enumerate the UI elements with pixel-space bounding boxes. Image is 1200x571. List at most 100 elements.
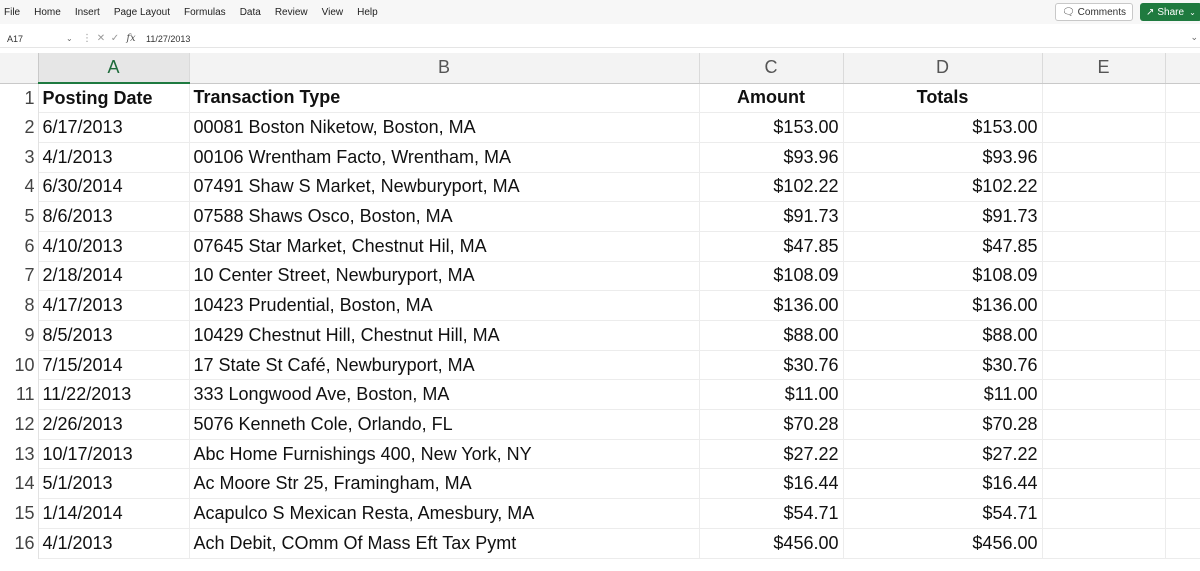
cell-empty-e[interactable] (1042, 320, 1166, 351)
row-header[interactable]: 15 (0, 498, 39, 529)
cell-transaction-type[interactable]: Abc Home Furnishings 400, New York, NY (189, 439, 700, 470)
cell-amount[interactable]: $91.73 (699, 201, 844, 232)
cell-empty-f[interactable] (1165, 350, 1200, 381)
cell-transaction-type[interactable]: Ach Debit, COmm Of Mass Eft Tax Pymt (189, 528, 700, 559)
cell-amount[interactable]: $30.76 (699, 350, 844, 381)
cell-empty-f[interactable] (1165, 142, 1200, 173)
cell-amount[interactable]: $27.22 (699, 439, 844, 470)
cell-amount[interactable]: $11.00 (699, 379, 844, 411)
cell-posting-date[interactable]: 4/1/2013 (38, 142, 190, 173)
cell-total[interactable]: $11.00 (843, 379, 1043, 411)
cell-posting-date[interactable]: 1/14/2014 (38, 498, 190, 529)
chevron-down-icon[interactable]: ⌄ (66, 34, 80, 43)
cell-empty-f[interactable] (1165, 409, 1200, 440)
column-header-d[interactable]: D (843, 53, 1043, 84)
column-header-f[interactable] (1165, 53, 1200, 84)
column-header-e[interactable]: E (1042, 53, 1166, 84)
row-header[interactable]: 5 (0, 201, 39, 232)
cell-transaction-type[interactable]: 17 State St Café, Newburyport, MA (189, 350, 700, 381)
cell-transaction-type[interactable]: 5076 Kenneth Cole, Orlando, FL (189, 409, 700, 440)
cell-empty-f[interactable] (1165, 498, 1200, 529)
menu-formulas[interactable]: Formulas (184, 7, 226, 18)
cell-empty-e[interactable] (1042, 468, 1166, 500)
cell-empty-e[interactable] (1042, 172, 1166, 203)
cell-posting-date[interactable]: 2/26/2013 (38, 409, 190, 440)
row-header[interactable]: 6 (0, 231, 39, 262)
cell-transaction-type[interactable]: 10429 Chestnut Hill, Chestnut Hill, MA (189, 320, 700, 351)
cell-posting-date[interactable]: 10/17/2013 (38, 439, 190, 470)
row-header[interactable]: 12 (0, 409, 39, 440)
more-options-icon[interactable]: ⋮ (80, 33, 94, 44)
comments-button[interactable]: 🗨︎ Comments (1055, 3, 1133, 21)
cell-empty-e[interactable] (1042, 379, 1166, 411)
menu-home[interactable]: Home (34, 7, 61, 18)
cell-amount[interactable]: $93.96 (699, 142, 844, 173)
cell-total[interactable]: $93.96 (843, 142, 1043, 173)
cell-c1[interactable]: Amount (699, 83, 844, 114)
formula-input[interactable]: 11/27/2013 (140, 34, 190, 44)
row-header[interactable]: 10 (0, 350, 39, 380)
cell-transaction-type[interactable]: 333 Longwood Ave, Boston, MA (189, 379, 700, 411)
cell-transaction-type[interactable]: 10 Center Street, Newburyport, MA (189, 261, 700, 292)
cell-b1[interactable]: Transaction Type (189, 83, 700, 114)
cell-posting-date[interactable]: 4/1/2013 (38, 528, 190, 559)
row-header[interactable]: 3 (0, 142, 39, 173)
cell-transaction-type[interactable]: 07588 Shaws Osco, Boston, MA (189, 201, 700, 232)
expand-formula-bar-icon[interactable]: ⌄ (1190, 32, 1198, 43)
menu-file[interactable]: File (4, 7, 20, 18)
cell-posting-date[interactable]: 8/6/2013 (38, 201, 190, 232)
cell-total[interactable]: $16.44 (843, 468, 1043, 500)
menu-insert[interactable]: Insert (75, 7, 100, 18)
cell-empty-f[interactable] (1165, 261, 1200, 292)
cell-transaction-type[interactable]: 07645 Star Market, Chestnut Hil, MA (189, 231, 700, 262)
cell-amount[interactable]: $88.00 (699, 320, 844, 351)
cell-amount[interactable]: $47.85 (699, 231, 844, 262)
insert-function-icon[interactable]: fx (122, 33, 140, 44)
cell-empty-f[interactable] (1165, 528, 1200, 559)
menu-view[interactable]: View (322, 7, 344, 18)
row-header[interactable]: 16 (0, 528, 39, 558)
row-header[interactable]: 2 (0, 112, 39, 143)
row-header[interactable]: 8 (0, 290, 39, 321)
cell-empty-f[interactable] (1165, 112, 1200, 143)
cell-posting-date[interactable]: 11/22/2013 (38, 379, 190, 411)
cell-empty-f[interactable] (1165, 379, 1200, 411)
row-header[interactable]: 14 (0, 468, 39, 499)
menu-page-layout[interactable]: Page Layout (114, 7, 170, 18)
chevron-down-icon[interactable]: ⌄ (1189, 8, 1196, 17)
cell-posting-date[interactable]: 6/17/2013 (38, 112, 190, 143)
cell-empty-f[interactable] (1165, 231, 1200, 262)
cell-empty-e[interactable] (1042, 528, 1166, 559)
row-header[interactable]: 11 (0, 379, 39, 410)
cell-empty-e[interactable] (1042, 231, 1166, 262)
cell-empty-f[interactable] (1165, 320, 1200, 351)
cell-empty-f[interactable] (1165, 172, 1200, 203)
cell-d1[interactable]: Totals (843, 83, 1043, 114)
cell-empty-f[interactable] (1165, 290, 1200, 321)
cell-amount[interactable]: $70.28 (699, 409, 844, 440)
row-header[interactable]: 7 (0, 261, 39, 291)
cell-total[interactable]: $91.73 (843, 201, 1043, 232)
cell-empty-f[interactable] (1165, 439, 1200, 470)
name-box[interactable]: A17 (0, 34, 66, 44)
cell-posting-date[interactable]: 6/30/2014 (38, 172, 190, 203)
confirm-icon[interactable]: ✓ (108, 33, 122, 44)
share-button[interactable]: ↗ Share ⌄ (1140, 3, 1200, 21)
column-header-c[interactable]: C (699, 53, 844, 84)
cell-empty-e[interactable] (1042, 409, 1166, 440)
menu-review[interactable]: Review (275, 7, 308, 18)
row-header[interactable]: 9 (0, 320, 39, 351)
cell-empty-e[interactable] (1042, 201, 1166, 232)
cell-transaction-type[interactable]: 10423 Prudential, Boston, MA (189, 290, 700, 321)
cell-posting-date[interactable]: 8/5/2013 (38, 320, 190, 351)
cell-total[interactable]: $102.22 (843, 172, 1043, 203)
cell-total[interactable]: $70.28 (843, 409, 1043, 440)
cell-e1[interactable] (1042, 83, 1166, 114)
cell-total[interactable]: $54.71 (843, 498, 1043, 529)
cell-total[interactable]: $27.22 (843, 439, 1043, 470)
cell-amount[interactable]: $136.00 (699, 290, 844, 321)
cell-total[interactable]: $47.85 (843, 231, 1043, 262)
column-header-a[interactable]: A (38, 53, 190, 84)
cell-empty-e[interactable] (1042, 261, 1166, 292)
cell-posting-date[interactable]: 5/1/2013 (38, 468, 190, 500)
